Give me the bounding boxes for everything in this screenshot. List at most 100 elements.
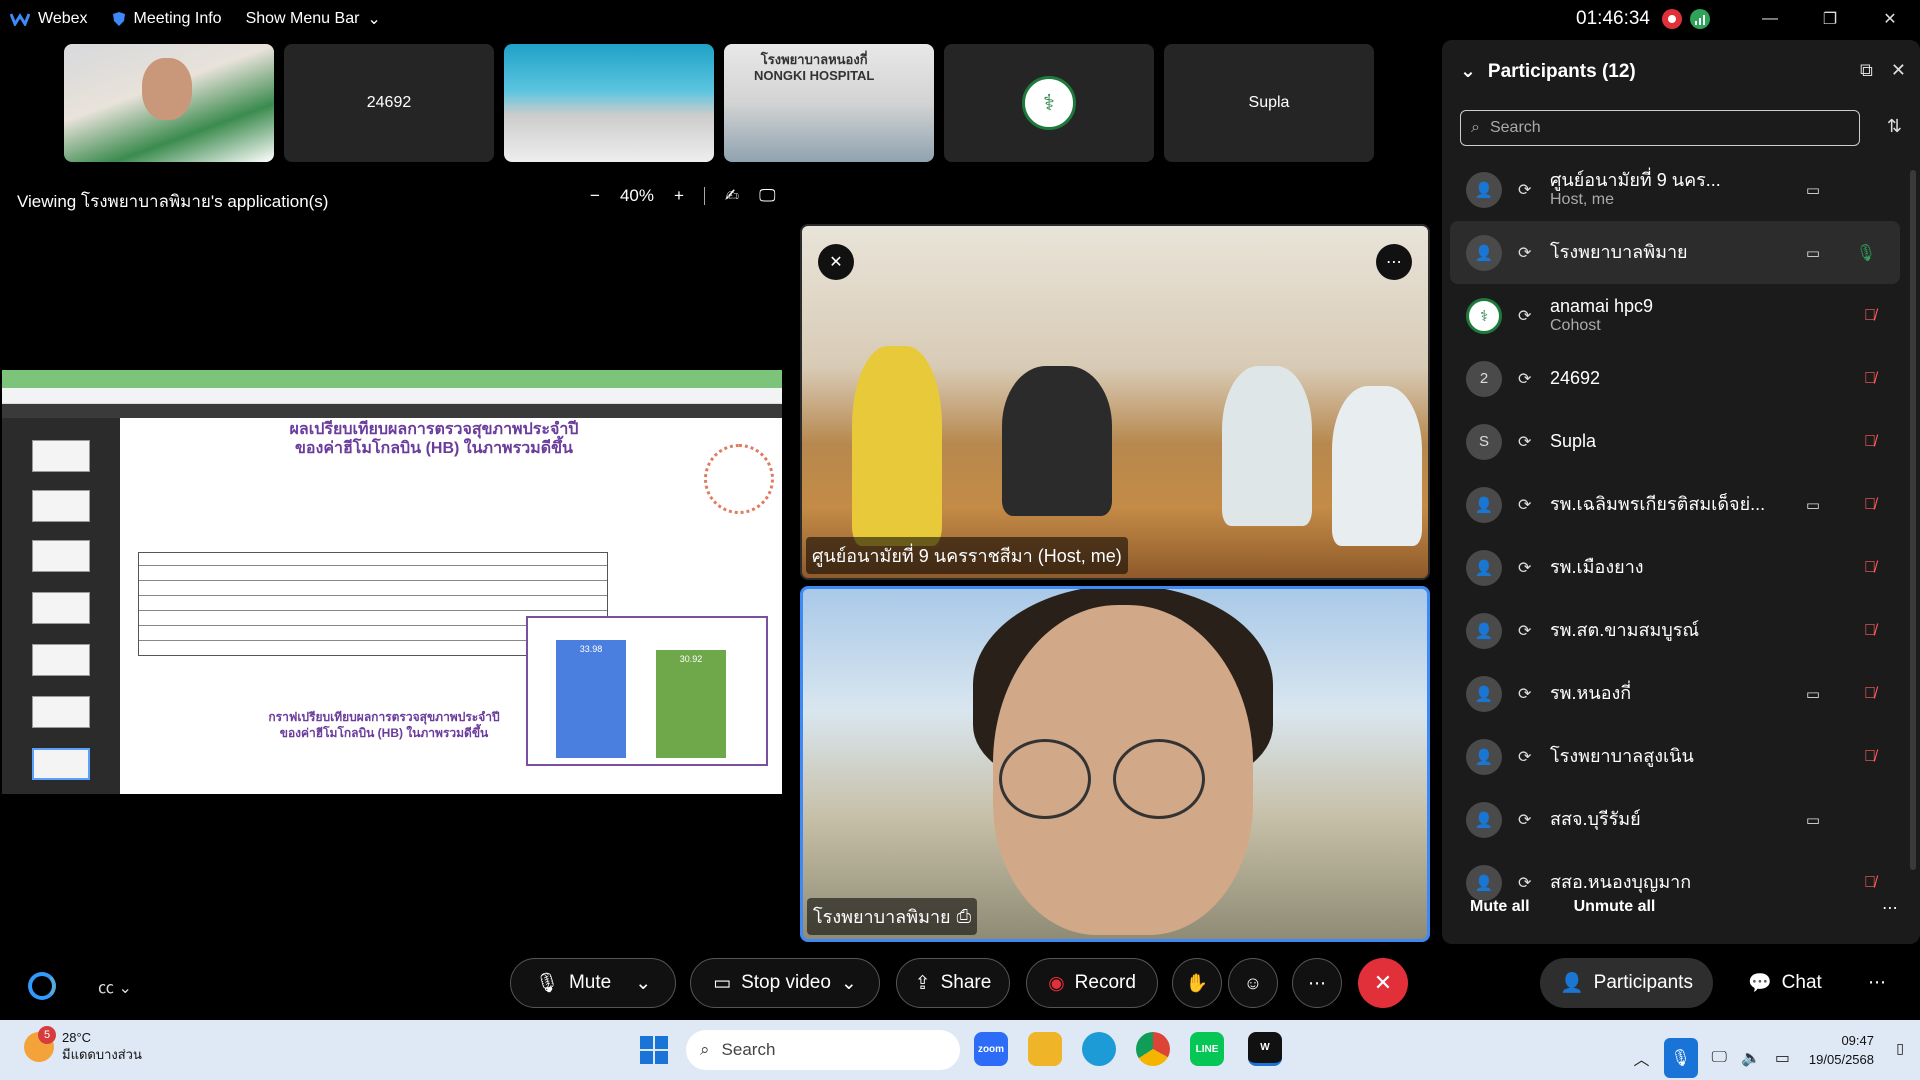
participant-row[interactable]: 👤 ⟳ ศูนย์อนามัยที่ 9 นคร... Host, me ▭ — [1450, 158, 1900, 221]
chevron-down-icon: ⌄ — [367, 11, 381, 28]
mic-muted-icon[interactable]: 🎙̸ — [1864, 622, 1876, 640]
volume-icon[interactable]: 🔈 — [1741, 1048, 1761, 1068]
chevron-down-icon[interactable]: ⌄ — [635, 972, 651, 995]
leave-meeting-button[interactable]: ✕ — [1358, 958, 1408, 1008]
participant-role: Cohost — [1550, 316, 1601, 334]
minimize-button[interactable]: — — [1740, 0, 1800, 38]
video-tile-active-speaker[interactable]: โรงพยาบาลพิมาย ⎙ — [800, 586, 1430, 942]
weather-widget[interactable]: 5 28°C มีแดดบางส่วน — [24, 1025, 142, 1064]
participant-row[interactable]: 👤 ⟳ โรงพยาบาลพิมาย ▭ 🎙 — [1450, 221, 1900, 284]
thumbnail-24692[interactable]: 24692 — [284, 44, 494, 162]
display-icon[interactable]: 🖵 — [1712, 1049, 1727, 1067]
closed-captions-icon[interactable]: ㏄ ⌄ — [98, 974, 132, 998]
mic-muted-icon[interactable]: 🎙̸ — [1864, 307, 1876, 325]
participant-row[interactable]: 👤 ⟳ รพ.เมืองยาง 🎙̸ — [1450, 536, 1900, 599]
more-options-icon[interactable]: ⋯ — [1376, 244, 1412, 280]
battery-icon[interactable]: ▭ — [1775, 1048, 1790, 1068]
chat-tab[interactable]: 💬 Chat — [1728, 958, 1842, 1008]
thumbnail-video-2[interactable] — [504, 44, 714, 162]
reactions-icon[interactable]: ☺ — [1228, 958, 1278, 1008]
participant-row[interactable]: 👤 ⟳ รพ.สต.ขามสมบูรณ์ 🎙̸ — [1450, 599, 1900, 662]
more-panels-icon[interactable]: ⋯ — [1868, 972, 1886, 993]
stop-video-button[interactable]: ▭ Stop video ⌄ — [690, 958, 880, 1008]
recording-indicator-icon[interactable] — [1662, 9, 1682, 29]
unpin-icon[interactable]: ✕ — [818, 244, 854, 280]
participant-name: โรงพยาบาลสูงเนิน — [1550, 746, 1694, 767]
thumbnail-video-1[interactable] — [64, 44, 274, 162]
mute-all-button[interactable]: Mute all — [1470, 898, 1530, 916]
date: 19/05/2568 — [1808, 1051, 1874, 1067]
mic-muted-icon[interactable]: 🎙̸ — [1864, 685, 1876, 703]
chevron-up-icon[interactable]: ︿ — [1634, 1046, 1650, 1070]
annotate-icon[interactable]: ✍ — [725, 186, 739, 206]
line-app-icon[interactable]: LINE — [1190, 1032, 1224, 1066]
participant-list-scrollbar[interactable] — [1910, 170, 1916, 870]
participant-name: โรงพยาบาลพิมาย — [1550, 242, 1688, 263]
chevron-down-icon[interactable]: ⌄ — [1460, 60, 1476, 83]
share-button[interactable]: ⇪ Share — [896, 958, 1010, 1008]
shared-screen[interactable]: ผลเปรียบเทียบผลการตรวจสุขภาพประจำปี ของค… — [0, 222, 782, 944]
participant-search-input[interactable]: ⌕ Search — [1460, 110, 1860, 146]
video-name-text: โรงพยาบาลพิมาย — [813, 907, 951, 927]
participants-header[interactable]: ⌄ Participants (12) — [1460, 60, 1636, 83]
zoom-app-icon[interactable]: zoom — [974, 1032, 1008, 1066]
mic-active-icon[interactable]: 🎙 — [1856, 243, 1876, 263]
mic-muted-icon[interactable]: 🎙̸ — [1864, 748, 1876, 766]
notification-bell-icon[interactable]: ▯ — [1896, 1040, 1904, 1057]
webex-logo[interactable]: Webex — [10, 10, 88, 28]
restore-button[interactable]: ❐ — [1800, 0, 1860, 38]
taskbar-clock[interactable]: 09:47 19/05/2568 — [1809, 1032, 1874, 1070]
more-options-icon[interactable]: ⋯ — [1882, 898, 1898, 918]
temperature: 28°C — [62, 1030, 92, 1045]
search-icon: ⌕ — [1471, 119, 1480, 136]
thumbnail-label: 24692 — [366, 94, 412, 111]
thumbnail-supla[interactable]: Supla — [1164, 44, 1374, 162]
unmute-all-button[interactable]: Unmute all — [1574, 898, 1656, 916]
microphone-in-use-icon[interactable]: 🎙 — [1663, 1038, 1698, 1078]
close-panel-icon[interactable]: ✕ — [1891, 60, 1906, 81]
video-tile-host[interactable]: ✕ ⋯ ศูนย์อนามัยที่ 9 นครราชสีมา (Host, m… — [800, 224, 1430, 580]
show-menu-bar-button[interactable]: Show Menu Bar ⌄ — [246, 9, 381, 29]
chevron-down-icon[interactable]: ⌄ — [841, 972, 857, 995]
mic-muted-icon[interactable]: 🎙̸ — [1864, 496, 1876, 514]
webex-taskbar-icon[interactable]: W — [1248, 1032, 1282, 1066]
zoom-out-button[interactable]: − — [590, 186, 600, 206]
avatar-icon: 👤 — [1466, 549, 1502, 586]
record-button[interactable]: ◉ Record — [1026, 958, 1158, 1008]
participant-name: Supla — [1550, 431, 1597, 452]
thumbnail-anamai-logo[interactable]: ⚕ — [944, 44, 1154, 162]
network-health-icon[interactable] — [1690, 9, 1710, 29]
doc-title: ผลเปรียบเทียบผลการตรวจสุขภาพประจำปี ของค… — [234, 420, 634, 458]
participant-row[interactable]: 👤 ⟳ โรงพยาบาลสูงเนิน 🎙̸ — [1450, 725, 1900, 788]
mic-muted-icon[interactable]: 🎙̸ — [1864, 874, 1876, 892]
meeting-info-button[interactable]: Meeting Info — [112, 10, 222, 28]
participant-row[interactable]: ⚕ ⟳ anamai hpc9 Cohost 🎙̸ — [1450, 284, 1900, 347]
participant-row[interactable]: S ⟳ Supla 🎙̸ — [1450, 410, 1900, 473]
page-thumb — [32, 644, 90, 676]
participant-row[interactable]: 👤 ⟳ สสจ.บุรีรัมย์ ▭ — [1450, 788, 1900, 851]
participant-row[interactable]: 2 ⟳ 24692 🎙̸ — [1450, 347, 1900, 410]
taskbar-search[interactable]: ⌕ Search — [686, 1030, 960, 1070]
file-explorer-icon[interactable] — [1028, 1032, 1062, 1066]
participant-row[interactable]: 👤 ⟳ รพ.เฉลิมพรเกียรติสมเด็จย่... ▭ 🎙̸ — [1450, 473, 1900, 536]
mic-muted-icon[interactable]: 🎙̸ — [1864, 559, 1876, 577]
mic-muted-icon[interactable]: 🎙̸ — [1864, 370, 1876, 388]
more-options-icon[interactable]: ⋯ — [1292, 958, 1342, 1008]
zoom-in-button[interactable]: + — [674, 186, 684, 206]
participant-figure — [1002, 366, 1112, 516]
participants-tab[interactable]: 👤 Participants — [1540, 958, 1713, 1008]
ai-assistant-icon[interactable] — [28, 972, 56, 1000]
avatar-icon: S — [1466, 423, 1502, 460]
remote-control-icon[interactable]: 🖵 — [759, 186, 775, 206]
popout-icon[interactable]: ⧉ — [1860, 60, 1873, 81]
edge-icon[interactable] — [1082, 1032, 1116, 1066]
chrome-icon[interactable] — [1136, 1032, 1170, 1066]
participant-row[interactable]: 👤 ⟳ รพ.หนองกี่ ▭ 🎙̸ — [1450, 662, 1900, 725]
raise-hand-icon[interactable]: ✋ — [1172, 958, 1222, 1008]
start-button[interactable] — [640, 1036, 668, 1064]
thumbnail-nongki-hospital[interactable]: โรงพยาบาลหนองกี่ NONGKI HOSPITAL — [724, 44, 934, 162]
close-window-button[interactable]: ✕ — [1860, 0, 1920, 38]
sort-icon[interactable]: ⇅ — [1887, 116, 1902, 137]
mute-button[interactable]: 🎙 Mute ⌄ — [510, 958, 676, 1008]
mic-muted-icon[interactable]: 🎙̸ — [1864, 433, 1876, 451]
